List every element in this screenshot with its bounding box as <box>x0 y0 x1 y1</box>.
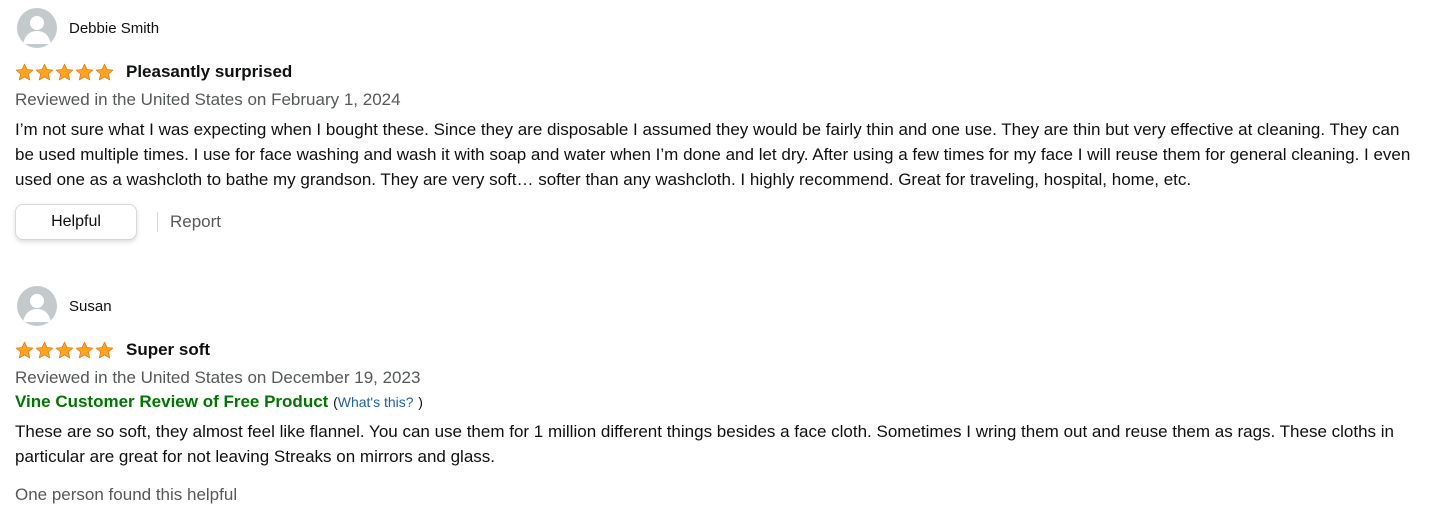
vine-badge: Vine Customer Review of Free Product (Wh… <box>15 390 1420 414</box>
review-date: Reviewed in the United States on Decembe… <box>15 368 421 387</box>
review-body: These are so soft, they almost feel like… <box>15 422 1394 466</box>
star-icon <box>95 341 114 360</box>
vine-paren-close: ) <box>418 394 423 410</box>
review-card-2: Susan Super soft Reviewed in the United … <box>15 286 1420 507</box>
star-icon <box>15 341 34 360</box>
helpful-count: One person found this helpful <box>15 485 238 504</box>
star-icon <box>75 341 94 360</box>
avatar-icon <box>17 8 57 48</box>
vine-label: Vine Customer Review of Free Product <box>15 392 329 411</box>
star-icon <box>35 63 54 82</box>
star-icon <box>35 341 54 360</box>
review-date: Reviewed in the United States on Februar… <box>15 90 401 109</box>
helpful-button[interactable]: Helpful <box>15 204 137 240</box>
star-icon <box>15 63 34 82</box>
reviewer-profile[interactable]: Susan <box>15 286 1420 326</box>
star-icon <box>75 63 94 82</box>
review-body: I’m not sure what I was expecting when I… <box>15 120 1411 189</box>
reviewer-name[interactable]: Susan <box>69 298 112 315</box>
avatar-icon <box>17 286 57 326</box>
reviewer-profile[interactable]: Debbie Smith <box>15 8 1420 48</box>
reviewer-name[interactable]: Debbie Smith <box>69 20 159 37</box>
review-title[interactable]: Pleasantly surprised <box>126 62 292 82</box>
report-link[interactable]: Report <box>170 212 221 232</box>
whats-this-link[interactable]: What's this? <box>338 394 414 410</box>
review-title[interactable]: Super soft <box>126 340 210 360</box>
star-icon <box>55 341 74 360</box>
review-card-1: Debbie Smith Pleasantly surprised Review… <box>15 8 1420 240</box>
star-icon <box>95 63 114 82</box>
star-icon <box>55 63 74 82</box>
star-rating[interactable] <box>15 63 114 82</box>
action-divider <box>157 212 158 232</box>
star-rating[interactable] <box>15 341 114 360</box>
